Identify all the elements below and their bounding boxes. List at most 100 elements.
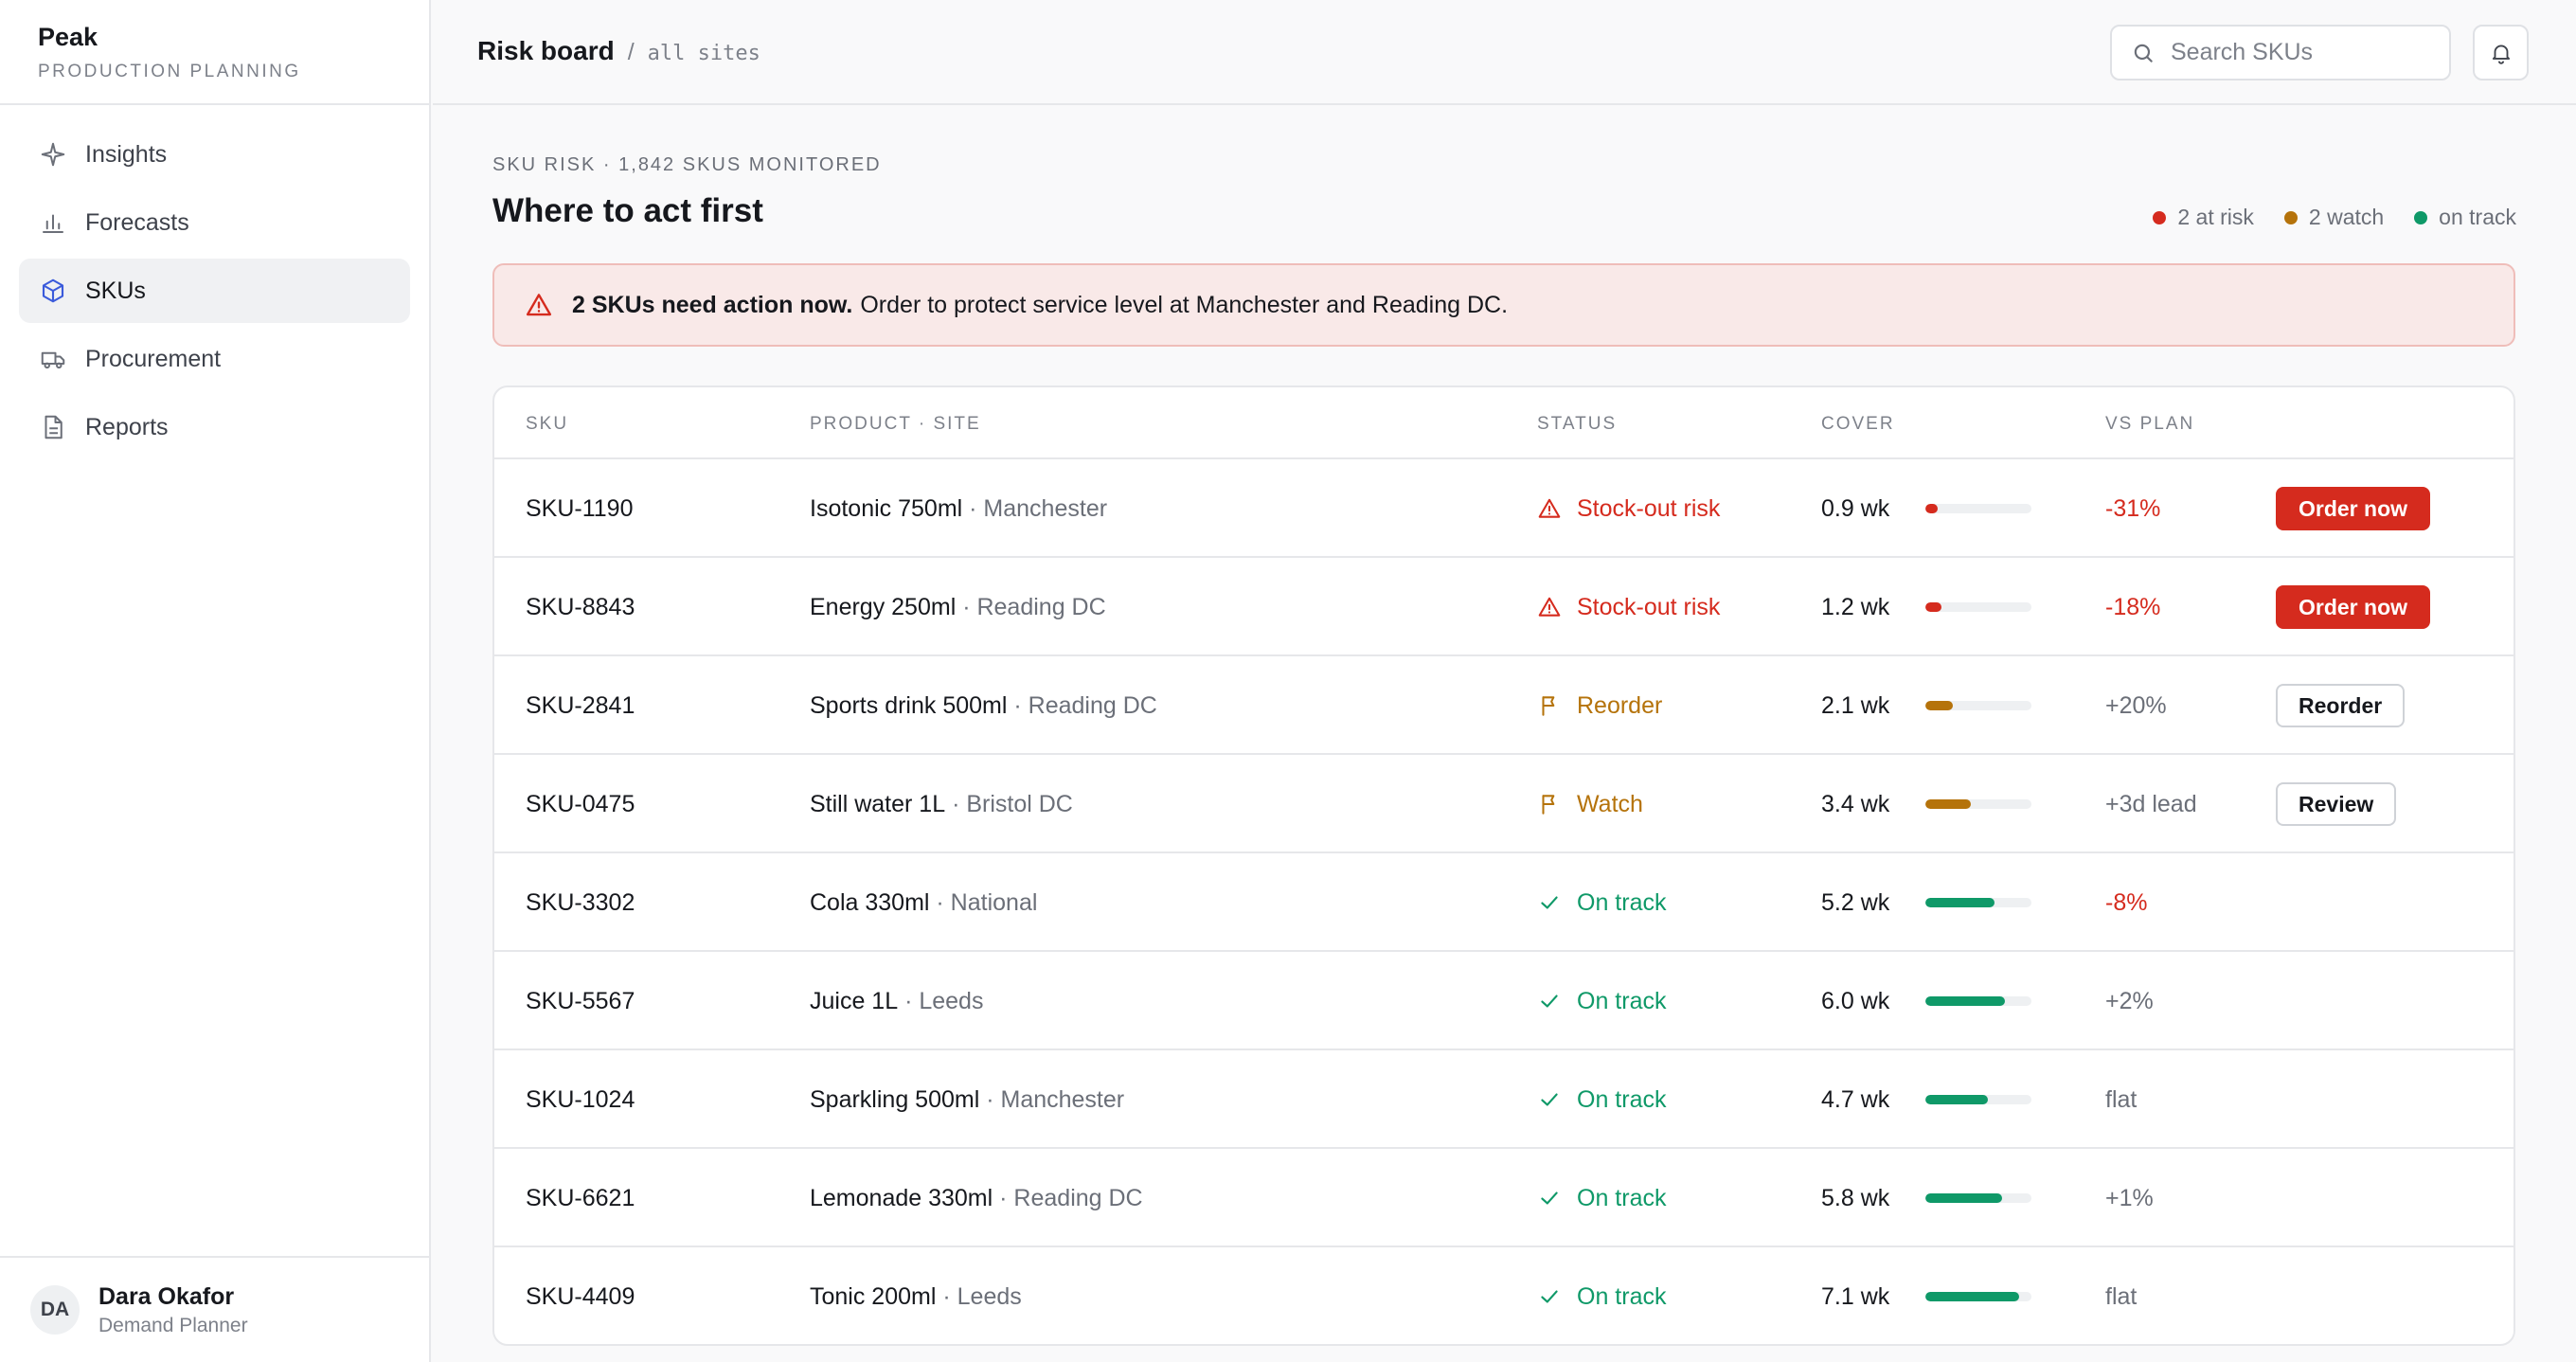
sku-code[interactable]: SKU-8843 — [526, 558, 635, 656]
row-action-cell: Review — [2276, 755, 2397, 853]
product-site: Tonic 200ml · Leeds — [810, 1247, 1022, 1344]
legend-dot — [2283, 210, 2298, 224]
alert-title: 2 SKUs need action now. — [572, 291, 853, 318]
product-site: Isotonic 750ml · Manchester — [810, 459, 1107, 558]
warning-icon — [526, 294, 552, 316]
bell-icon — [2492, 45, 2510, 64]
table-row[interactable]: SKU-5567 Juice 1L · Leeds On track 6.0 w… — [494, 952, 2513, 1050]
status-cell: On track — [1537, 1050, 1666, 1149]
order-now-button[interactable]: Order now — [2276, 487, 2431, 530]
cover-cell: 6.0 wk — [1821, 952, 2031, 1050]
breadcrumb: Risk board / all sites — [477, 36, 760, 66]
sidebar-item-procurement[interactable]: Procurement — [19, 327, 410, 391]
breadcrumb-scope[interactable]: all sites — [648, 42, 760, 65]
sidebar-item-insights[interactable]: Insights — [19, 122, 410, 187]
site-name: · Manchester — [969, 494, 1108, 522]
column-header-sku[interactable]: SKU — [526, 414, 568, 435]
section-heading: Where to act first — [492, 192, 763, 229]
sku-code[interactable]: SKU-4409 — [526, 1247, 635, 1344]
status-label: Stock-out risk — [1577, 494, 1721, 522]
column-header-cover[interactable]: COVER — [1821, 414, 1895, 435]
cover-bar-fill — [1925, 1095, 1988, 1104]
sidebar-item-reports[interactable]: Reports — [19, 395, 410, 459]
cover-value: 5.8 wk — [1821, 1184, 1890, 1211]
product-site: Lemonade 330ml · Reading DC — [810, 1149, 1143, 1247]
site-name: · Reading DC — [1013, 691, 1157, 719]
column-header-vs-plan[interactable]: VS PLAN — [2105, 414, 2194, 435]
legend-dot — [2414, 210, 2428, 224]
cover-bar-fill — [1925, 1292, 2020, 1301]
sku-code[interactable]: SKU-2841 — [526, 656, 635, 755]
user-profile[interactable]: DA Dara Okafor Demand Planner — [0, 1256, 429, 1362]
cover-cell: 0.9 wk — [1821, 459, 2031, 558]
status-label: On track — [1577, 1085, 1667, 1113]
brand-name: Peak — [38, 23, 98, 51]
sku-code[interactable]: SKU-6621 — [526, 1149, 635, 1247]
vs-plan-value: -8% — [2105, 888, 2148, 916]
sku-code[interactable]: SKU-3302 — [526, 853, 635, 952]
cover-cell: 7.1 wk — [1821, 1247, 2031, 1344]
column-header-status[interactable]: STATUS — [1537, 414, 1617, 435]
vs-plan-value: +20% — [2105, 691, 2167, 719]
sku-code[interactable]: SKU-1190 — [526, 459, 634, 558]
product-site: Cola 330ml · National — [810, 853, 1037, 952]
legend-dot — [2153, 210, 2167, 224]
sku-code[interactable]: SKU-0475 — [526, 755, 635, 853]
cover-value: 6.0 wk — [1821, 987, 1890, 1014]
flag-icon — [1537, 693, 1562, 718]
status-cell: On track — [1537, 1247, 1666, 1344]
status-label: On track — [1577, 1184, 1667, 1211]
cover-bar-fill — [1925, 504, 1938, 513]
cover-bar — [1925, 799, 2031, 809]
table-row[interactable]: SKU-1024 Sparkling 500ml · Manchester On… — [494, 1050, 2513, 1149]
flag-icon — [1537, 792, 1562, 816]
reorder-button[interactable]: Reorder — [2276, 684, 2406, 727]
notifications-button[interactable] — [2473, 25, 2529, 81]
warning-icon — [1537, 496, 1562, 521]
table-row[interactable]: SKU-6621 Lemonade 330ml · Reading DC On … — [494, 1149, 2513, 1247]
cover-cell: 1.2 wk — [1821, 558, 2031, 656]
check-icon — [1537, 1087, 1562, 1112]
cover-bar-fill — [1925, 602, 1941, 612]
table-row[interactable]: SKU-3302 Cola 330ml · National On track … — [494, 853, 2513, 952]
column-header-product-site[interactable]: PRODUCT · SITE — [810, 414, 981, 435]
cover-value: 7.1 wk — [1821, 1282, 1890, 1310]
sparkle-icon — [38, 139, 68, 170]
product-name: Energy 250ml — [810, 593, 957, 620]
product-name: Sparkling 500ml — [810, 1085, 980, 1113]
sku-code[interactable]: SKU-1024 — [526, 1050, 635, 1149]
sidebar-item-label: Procurement — [85, 345, 222, 372]
warning-icon — [1537, 595, 1562, 619]
cover-bar-fill — [1925, 1193, 2003, 1203]
cover-bar — [1925, 1193, 2031, 1203]
search-input[interactable] — [2171, 39, 2436, 66]
table-row[interactable]: SKU-2841 Sports drink 500ml · Reading DC… — [494, 656, 2513, 755]
sidebar-item-skus[interactable]: SKUs — [19, 259, 410, 323]
site-name: · Leeds — [904, 987, 984, 1014]
site-name: · Leeds — [942, 1282, 1022, 1310]
legend-item-watch: 2 watch — [2283, 205, 2384, 230]
product-name: Cola 330ml — [810, 888, 930, 916]
cover-bar — [1925, 898, 2031, 907]
sku-code[interactable]: SKU-5567 — [526, 952, 635, 1050]
product-site: Energy 250ml · Reading DC — [810, 558, 1106, 656]
vs-plan-value: -31% — [2105, 494, 2161, 522]
cover-bar — [1925, 1292, 2031, 1301]
avatar: DA — [30, 1285, 80, 1335]
cover-bar — [1925, 1095, 2031, 1104]
table-row[interactable]: SKU-0475 Still water 1L · Bristol DC Wat… — [494, 755, 2513, 853]
sidebar: Peak PRODUCTION PLANNING Insights Foreca… — [0, 0, 431, 1362]
search-box[interactable] — [2110, 25, 2451, 81]
review-button[interactable]: Review — [2276, 782, 2397, 826]
table-header: SKU PRODUCT · SITE STATUS COVER VS PLAN — [494, 387, 2513, 459]
sidebar-item-forecasts[interactable]: Forecasts — [19, 190, 410, 255]
status-cell: On track — [1537, 952, 1666, 1050]
order-now-button[interactable]: Order now — [2276, 585, 2431, 629]
table-row[interactable]: SKU-8843 Energy 250ml · Reading DC Stock… — [494, 558, 2513, 656]
table-row[interactable]: SKU-1190 Isotonic 750ml · Manchester Sto… — [494, 459, 2513, 558]
row-action-cell: Order now — [2276, 558, 2431, 656]
table-row[interactable]: SKU-4409 Tonic 200ml · Leeds On track 7.… — [494, 1247, 2513, 1344]
user-name: Dara Okafor — [98, 1282, 235, 1310]
cover-cell: 5.8 wk — [1821, 1149, 2031, 1247]
product-name: Juice 1L — [810, 987, 899, 1014]
